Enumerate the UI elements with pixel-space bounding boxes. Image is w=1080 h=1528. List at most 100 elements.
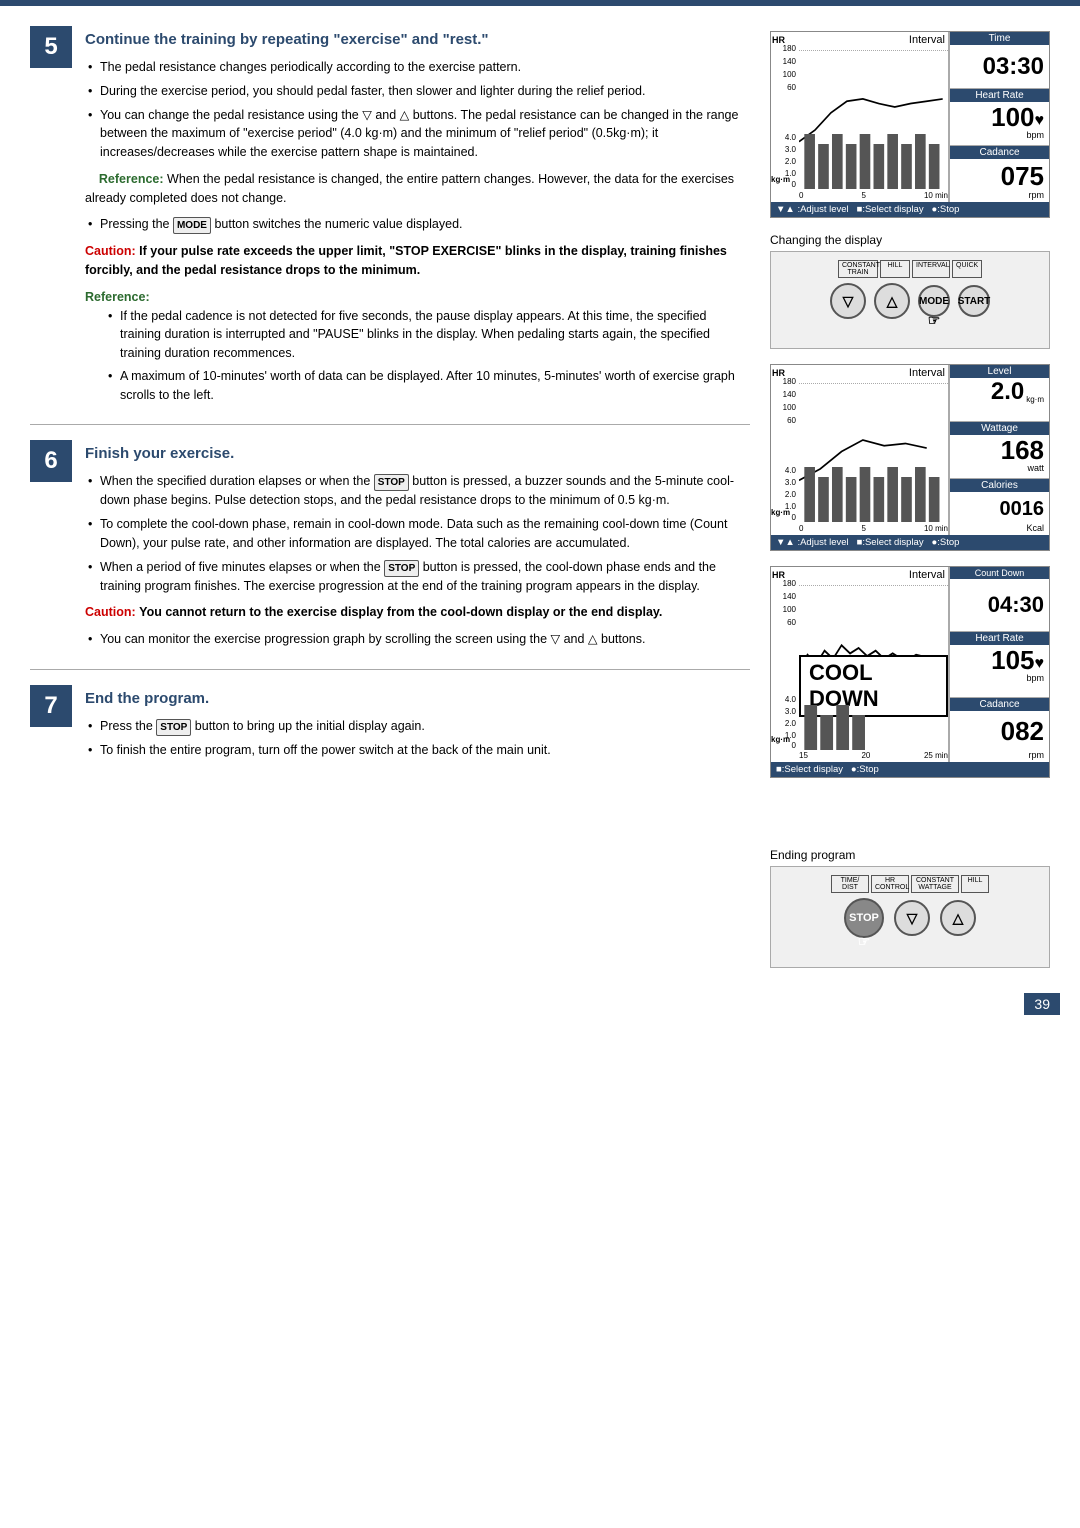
y-0-1: 0 <box>771 180 796 189</box>
section-6-body: When the specified duration elapses or w… <box>85 472 750 649</box>
panel-4-cadance-unit: rpm <box>1029 750 1045 760</box>
mode-button[interactable]: MODE ☞ <box>918 285 950 317</box>
panel-4-bottom-bar: ■:Select display ●:Stop <box>771 762 1049 777</box>
panel-4-hr-unit: bpm <box>1026 673 1044 683</box>
y-2-1: 2.0 <box>771 157 796 166</box>
x-10-3: 10 min <box>924 524 948 533</box>
sub-bullet-5-1: If the pedal cadence is not detected for… <box>105 307 750 363</box>
bullet-5-2: During the exercise period, you should p… <box>85 82 750 101</box>
panel-4-cadance-row: Cadance 082 rpm <box>950 698 1049 762</box>
panel-3-wattage-value-wrap: 168 <box>955 437 1044 463</box>
bullet-7-2: To finish the entire program, turn off t… <box>85 741 750 760</box>
mode-label-hill-5: HILL <box>961 875 989 893</box>
section-7-bullets: Press the STOP button to bring up the in… <box>85 717 750 760</box>
mode-button-icon: MODE <box>173 217 211 234</box>
mode-label-time-dist: TIME/DIST <box>831 875 869 893</box>
panel-4: Interval HR 180 140 100 60 COOL D <box>770 566 1050 778</box>
section-number-6: 6 <box>30 440 72 482</box>
panel-1-bottom-text: ▼▲ :Adjust level ■:Select display ●:Stop <box>776 204 959 215</box>
reference-label-5-1: Reference: <box>99 172 164 186</box>
y-3-3: 3.0 <box>771 478 796 487</box>
panel-3-level-value: 2.0 <box>955 380 1024 404</box>
y-0-3: 0 <box>771 513 796 522</box>
mode-label-quick: QUICK <box>952 260 982 278</box>
y-100-4: 100 <box>771 605 796 614</box>
caution-label-5: Caution: <box>85 244 136 258</box>
divider-6-7 <box>30 669 750 670</box>
x-axis-3: 0 5 10 min <box>799 524 948 533</box>
section-number-7: 7 <box>30 685 72 727</box>
panel-4-inner: Interval HR 180 140 100 60 COOL D <box>771 567 1049 762</box>
buttons-row-5: STOP ☞ ▽ △ <box>844 898 976 938</box>
panel-3-inner: Interval HR 180 140 100 60 kg·m 4.0 3.0 <box>771 365 1049 535</box>
bullet-5-3: You can change the pedal resistance usin… <box>85 106 750 162</box>
panel-4-graph: Interval HR 180 140 100 60 COOL D <box>771 567 949 762</box>
x-25-4: 25 min <box>924 751 948 760</box>
y-100-1: 100 <box>771 70 796 79</box>
panel-3-calories-label: Calories <box>950 479 1049 492</box>
down-arrow-button-5[interactable]: ▽ <box>894 900 930 936</box>
panel-3-calories-row: Calories 0016 Kcal <box>950 479 1049 535</box>
panel-1-hr-unit: bpm <box>1026 130 1044 140</box>
panel-1-cadance-unit: rpm <box>1029 190 1045 200</box>
heart-icon-4: ♥ <box>1035 655 1045 673</box>
panel-1-hr-value: 100 <box>955 104 1035 130</box>
panel-3-wattage-label: Wattage <box>950 422 1049 435</box>
y-4-1: 4.0 <box>771 133 796 142</box>
panel-5-caption: Ending program <box>770 848 1050 862</box>
down-arrow-button[interactable]: ▽ <box>830 283 866 319</box>
panel-1-cadance-row: Cadance 075 rpm <box>950 146 1049 202</box>
panel-3-info: Level 2.0 kg·m Wattage 168 watt <box>949 365 1049 535</box>
start-button[interactable]: START <box>958 285 990 317</box>
stop-button-main[interactable]: STOP ☞ <box>844 898 884 938</box>
panel-1-hr-label: Heart Rate <box>950 89 1049 102</box>
panel-3-wattage-row: Wattage 168 watt <box>950 422 1049 479</box>
section-6-bullets: When the specified duration elapses or w… <box>85 472 750 595</box>
bullet-5-1: The pedal resistance changes periodicall… <box>85 58 750 77</box>
section-title-6: Finish your exercise. <box>85 440 750 462</box>
page-number: 39 <box>1024 993 1060 1015</box>
y-60-3: 60 <box>771 416 796 425</box>
up-arrow-button[interactable]: △ <box>874 283 910 319</box>
spacer-section7 <box>770 793 1050 833</box>
caution-label-6: Caution: <box>85 605 136 619</box>
caution-text-6: You cannot return to the exercise displa… <box>139 605 662 619</box>
mode-labels-row-5: TIME/DIST HRCONTROL CONSTANTWATTAGE HILL <box>779 875 1041 893</box>
bar-svg-1 <box>799 124 948 189</box>
section-title-7: End the program. <box>85 685 750 707</box>
panel-3-wattage-value: 168 <box>955 437 1044 463</box>
y-3-1: 3.0 <box>771 145 796 154</box>
y-1-1: 1.0 <box>771 169 796 178</box>
section-6: 6 Finish your exercise. When the specifi… <box>30 440 750 649</box>
x-15-4: 15 <box>799 751 808 760</box>
mode-label-hill: HILL <box>880 260 910 278</box>
panel-3: Interval HR 180 140 100 60 kg·m 4.0 3.0 <box>770 364 1050 551</box>
y-0-4: 0 <box>771 741 796 750</box>
panel-1-cadance-label: Cadance <box>950 146 1049 159</box>
sub-bullet-5-2: A maximum of 10-minutes' worth of data c… <box>105 367 750 405</box>
caution-text-5: If your pulse rate exceeds the upper lim… <box>85 244 727 277</box>
y-180-4: 180 <box>771 579 796 588</box>
panel-3-wattage-unit: watt <box>1027 463 1044 473</box>
panel-1-inner: Interval HR 180 140 100 60 <box>771 32 1049 202</box>
x-axis-4: 15 20 25 min <box>799 751 948 760</box>
panel-1-time-label: Time <box>950 32 1049 45</box>
x-0-1: 0 <box>799 191 803 200</box>
panel-1: Interval HR 180 140 100 60 <box>770 31 1050 218</box>
y-100-3: 100 <box>771 403 796 412</box>
reference-text-5-1: When the pedal resistance is changed, th… <box>85 172 734 205</box>
stop-button-icon-3: STOP <box>156 719 191 736</box>
bullet-6-3: When a period of five minutes elapses or… <box>85 558 750 596</box>
panel-1-info: Time 03:30 Heart Rate 100 ♥ bpm <box>949 32 1049 202</box>
panel-5: TIME/DIST HRCONTROL CONSTANTWATTAGE HILL… <box>770 866 1050 968</box>
x-5-1: 5 <box>861 191 865 200</box>
left-column: 5 Continue the training by repeating "ex… <box>30 26 750 968</box>
panel-3-container: Interval HR 180 140 100 60 kg·m 4.0 3.0 <box>770 364 1050 551</box>
up-arrow-button-5[interactable]: △ <box>940 900 976 936</box>
panel-1-time-row: Time 03:30 <box>950 32 1049 89</box>
panel-2: CONSTANTTRAIN HILL INTERVAL QUICK ▽ △ MO… <box>770 251 1050 349</box>
panel-3-graph: Interval HR 180 140 100 60 kg·m 4.0 3.0 <box>771 365 949 535</box>
section-number-5: 5 <box>30 26 72 68</box>
panel-4-countdown-row: Count Down 04:30 <box>950 567 1049 632</box>
panel-4-countdown-value: 04:30 <box>955 581 1044 629</box>
